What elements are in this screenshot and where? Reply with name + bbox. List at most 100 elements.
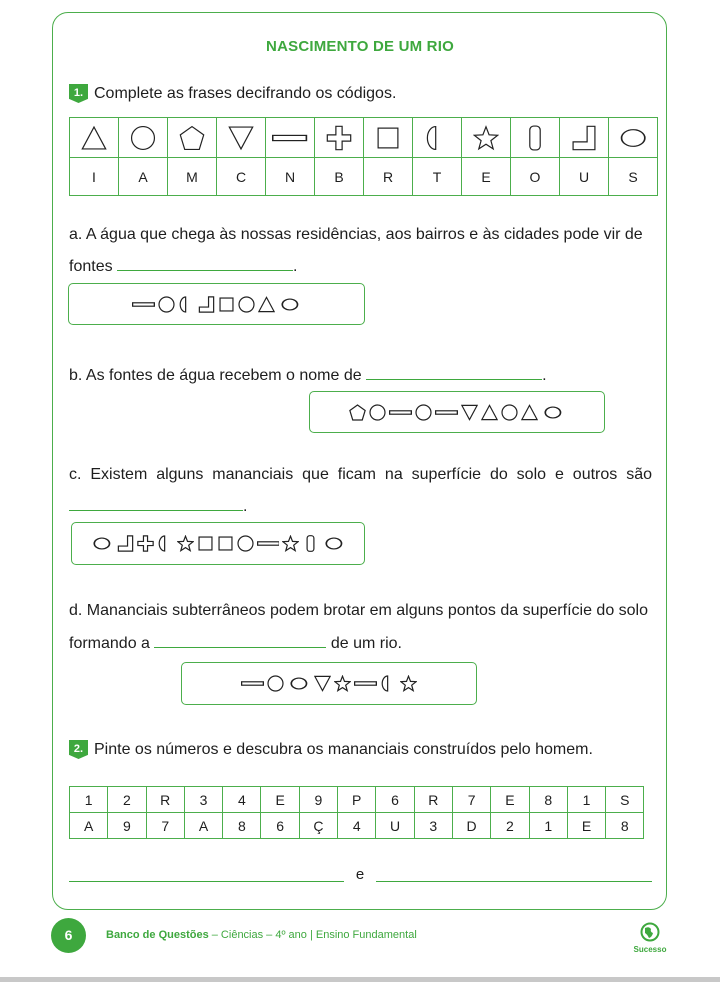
grid-cell[interactable]: A: [183, 812, 224, 839]
footer-brand: Banco de Questões: [106, 929, 209, 941]
invtriangle-symbol-icon: [461, 404, 479, 421]
item-d-line1: d. Mananciais subterrâneos podem brotar …: [69, 602, 649, 619]
grid-cell[interactable]: 6: [260, 812, 300, 839]
logo-label: Sucesso: [633, 945, 667, 954]
grid-cell[interactable]: 1: [68, 786, 109, 813]
grid-cell[interactable]: 7: [145, 812, 185, 839]
number-grid: 12R34E9P6R7E81S A97A86Ç4U3D21E8: [68, 786, 645, 839]
circle-symbol-icon: [157, 295, 175, 313]
double-symbol-icon: [544, 405, 562, 419]
capsule-symbol-icon: [306, 535, 315, 552]
question-2-prompt: Pinte os números e descubra os mananciai…: [94, 740, 593, 758]
pentagon-icon: [179, 125, 205, 150]
grid-cell[interactable]: 4: [337, 812, 377, 839]
code-letter-cell: A: [118, 157, 168, 196]
grid-cell[interactable]: 8: [528, 786, 568, 813]
question-2-header: 2. Pinte os números e descubra os mananc…: [69, 740, 593, 759]
grid-cell[interactable]: D: [451, 812, 492, 839]
double-circle-icon: [620, 128, 646, 147]
grid-cell[interactable]: 9: [298, 786, 339, 813]
grid-cell[interactable]: U: [375, 812, 415, 839]
L-shape-icon: [572, 125, 596, 150]
code-letter-cell: N: [265, 157, 315, 196]
grid-cell[interactable]: E: [260, 786, 300, 813]
capsule-icon: [529, 124, 541, 151]
grid-cell[interactable]: 1: [566, 786, 607, 813]
circle-symbol-icon: [237, 295, 255, 313]
star-icon: [473, 124, 499, 150]
grid-cell[interactable]: A: [68, 812, 109, 839]
grid-cell[interactable]: P: [337, 786, 377, 813]
item-d-line2: formando a de um rio.: [69, 633, 402, 652]
grid-cell[interactable]: 8: [222, 812, 262, 839]
question-number-badge: 2.: [69, 740, 88, 759]
grid-cell[interactable]: R: [413, 786, 453, 813]
code-letter-cell: B: [314, 157, 364, 196]
bar-symbol-icon: [131, 301, 155, 307]
grid-cell[interactable]: 6: [375, 786, 415, 813]
circle-symbol-icon: [501, 403, 518, 421]
item-a-line2: fontes .: [69, 256, 298, 275]
answer-blank-b[interactable]: [366, 365, 543, 380]
page-title: NASCIMENTO DE UM RIO: [266, 38, 454, 55]
code-symbol-cell: [461, 117, 511, 158]
grid-cell[interactable]: 2: [490, 812, 530, 839]
code-letter-cell: T: [412, 157, 462, 196]
question-1-prompt: Complete as frases decifrando os códigos…: [94, 84, 397, 102]
code-letter-cell: M: [167, 157, 217, 196]
code-box-b: [309, 391, 605, 433]
circle-symbol-icon: [236, 535, 254, 552]
code-symbol-cell: [314, 117, 364, 158]
grid-cell[interactable]: 1: [528, 812, 568, 839]
grid-cell[interactable]: 3: [413, 812, 453, 839]
item-c-line1: c. Existem alguns mananciais que ficam n…: [69, 466, 652, 483]
code-symbol-cell: [363, 117, 413, 158]
grid-cell[interactable]: 4: [222, 786, 262, 813]
grid-cell[interactable]: R: [145, 786, 185, 813]
question-number-badge: 1.: [69, 84, 88, 103]
grid-cell[interactable]: E: [490, 786, 530, 813]
half-symbol-icon: [179, 295, 186, 313]
L-symbol-icon: [117, 535, 133, 552]
code-symbol-cell: [608, 117, 658, 158]
grid-cell[interactable]: 8: [605, 812, 645, 839]
code-symbol-cell: [510, 117, 560, 158]
triangle-symbol-icon: [481, 403, 499, 420]
code-symbol-cell: [265, 117, 315, 158]
item-a-line1: a. A água que chega às nossas residência…: [69, 226, 643, 243]
grid-cell[interactable]: E: [566, 812, 607, 839]
star-symbol-icon: [282, 535, 300, 552]
grid-cell[interactable]: Ç: [298, 812, 339, 839]
answer-blank-d[interactable]: [154, 633, 327, 648]
code-letter-cell: S: [608, 157, 658, 196]
code-symbol-cell: [118, 117, 168, 158]
code-box-c: [71, 522, 365, 565]
code-letter-cell: R: [363, 157, 413, 196]
bar-icon: [272, 134, 308, 141]
square-symbol-icon: [197, 536, 213, 551]
grid-cell[interactable]: S: [605, 786, 645, 813]
grid-cell[interactable]: 7: [451, 786, 492, 813]
grid-cell[interactable]: 9: [107, 812, 147, 839]
grid-cell[interactable]: 3: [183, 786, 224, 813]
answer-blank-c[interactable]: [69, 496, 243, 511]
code-box-a: [68, 283, 365, 325]
square-symbol-icon: [217, 536, 233, 551]
page-number: 6: [51, 918, 86, 953]
plus-symbol-icon: [136, 535, 154, 552]
triangle-symbol-icon: [521, 403, 539, 420]
double-symbol-icon: [325, 537, 343, 550]
star-symbol-icon: [176, 535, 194, 552]
answer-line-1[interactable]: [69, 880, 344, 882]
invtriangle-symbol-icon: [313, 675, 331, 692]
bar-symbol-icon: [353, 681, 377, 686]
answer-line-2[interactable]: [376, 880, 652, 882]
code-symbol-cell: [216, 117, 266, 158]
grid-cell[interactable]: 2: [107, 786, 147, 813]
answer-blank-a[interactable]: [117, 256, 294, 271]
code-letter-cell: U: [559, 157, 609, 196]
plus-icon: [326, 125, 352, 150]
code-table: IAMCNBRTEOUS: [69, 117, 658, 196]
triangle-symbol-icon: [257, 295, 275, 312]
bar-symbol-icon: [389, 409, 413, 415]
